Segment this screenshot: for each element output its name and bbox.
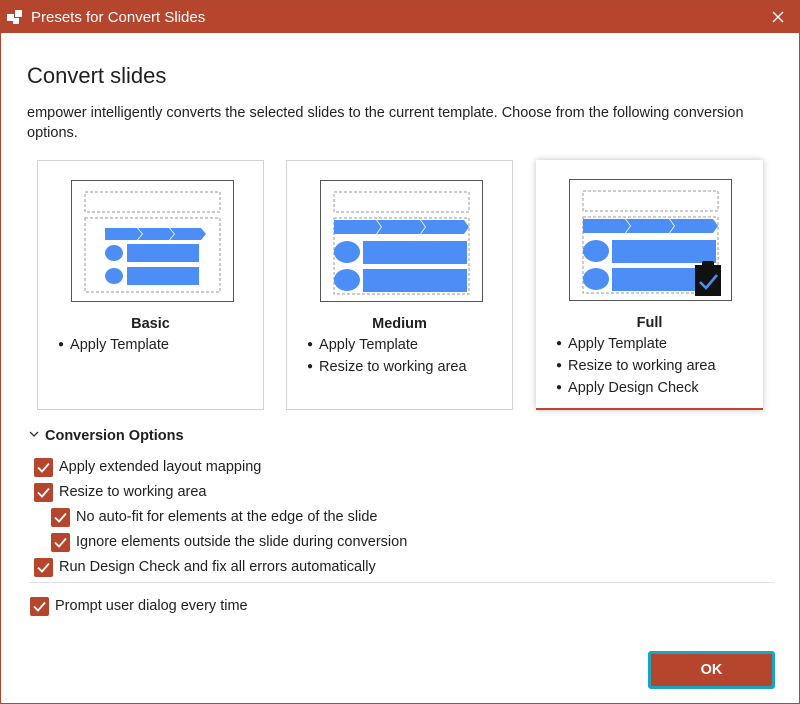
window-title: Presets for Convert Slides	[31, 9, 206, 26]
conversion-options-label: Conversion Options	[45, 428, 184, 444]
conversion-options-toggle[interactable]: Conversion Options	[29, 428, 184, 444]
checkbox-checked-icon[interactable]	[34, 558, 53, 577]
preset-feature-item: Apply Template	[556, 334, 716, 356]
checkbox-checked-icon[interactable]	[34, 458, 53, 477]
option-label: Run Design Check and fix all errors auto…	[59, 559, 376, 575]
close-button[interactable]	[767, 6, 789, 28]
page-title: Convert slides	[27, 63, 167, 88]
preset-card-full[interactable]: Full Apply Template Resize to working ar…	[536, 160, 763, 410]
close-icon	[772, 11, 784, 23]
title-bar: Presets for Convert Slides	[1, 1, 799, 33]
checkbox-checked-icon[interactable]	[30, 597, 49, 616]
option-label: No auto-fit for elements at the edge of …	[76, 509, 378, 525]
checkbox-checked-icon[interactable]	[51, 508, 70, 527]
divider	[29, 582, 774, 583]
preset-title: Medium	[372, 316, 427, 332]
chevron-down-icon	[29, 431, 39, 438]
preset-feature-item: Resize to working area	[307, 357, 467, 379]
preset-card-basic[interactable]: Basic Apply Template	[37, 160, 264, 410]
option-label: Prompt user dialog every time	[55, 598, 248, 614]
preset-title: Full	[636, 315, 663, 331]
preset-feature-item: Apply Design Check	[556, 378, 716, 400]
full-layout-thumbnail	[569, 179, 732, 301]
dialog-window: Presets for Convert Slides Convert slide…	[0, 0, 800, 704]
preset-feature-item: Apply Template	[307, 335, 467, 357]
ok-button[interactable]: OK	[648, 651, 775, 689]
option-label: Ignore elements outside the slide during…	[76, 534, 408, 550]
basic-layout-thumbnail	[71, 180, 234, 302]
preset-feature-list: Apply Template	[58, 335, 169, 357]
medium-layout-thumbnail	[320, 180, 483, 302]
checkbox-checked-icon[interactable]	[34, 483, 53, 502]
preset-card-medium[interactable]: Medium Apply Template Resize to working …	[286, 160, 513, 410]
description-text: empower intelligently converts the selec…	[27, 105, 744, 141]
preset-title: Basic	[131, 316, 170, 332]
design-check-clipboard-icon	[695, 261, 721, 296]
preset-feature-item: Apply Template	[58, 335, 169, 357]
app-logo-icon	[7, 10, 22, 24]
option-label: Resize to working area	[59, 484, 207, 500]
preset-feature-list: Apply Template Resize to working area	[307, 335, 467, 379]
option-label: Apply extended layout mapping	[59, 459, 262, 475]
checkbox-checked-icon[interactable]	[51, 533, 70, 552]
preset-feature-list: Apply Template Resize to working area Ap…	[556, 334, 716, 400]
preset-feature-item: Resize to working area	[556, 356, 716, 378]
